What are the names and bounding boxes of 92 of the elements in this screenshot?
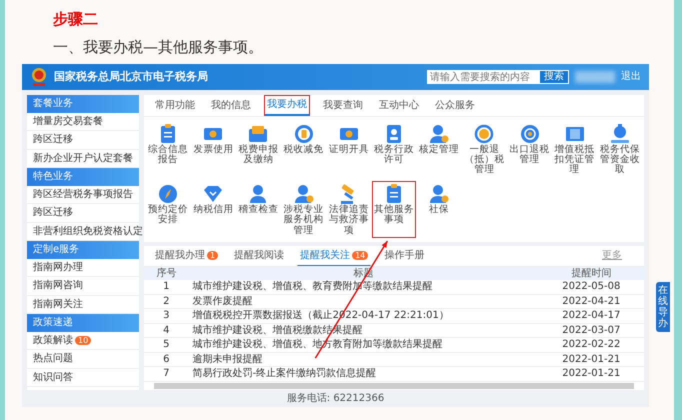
sidebar-item[interactable]: 跨区经营税务事项报告 (27, 186, 139, 204)
search-field[interactable]: 请输入需要搜索的内容 (427, 70, 539, 84)
table-cell: 7 (144, 366, 189, 382)
nav-tab[interactable]: 常用功能 (152, 95, 198, 116)
sidebar-section-header[interactable]: 定制e服务 (27, 241, 139, 258)
step-heading: 步骤二 (53, 10, 99, 28)
sidebar-item-label: 跨区经营税务事项报告 (33, 188, 133, 200)
service-tile[interactable]: 出口退税管理 (507, 120, 552, 178)
person-gear-icon (428, 122, 450, 144)
table-cell: 逾期未申报提醒 (188, 352, 539, 367)
service-tile[interactable]: 税费申报及缴纳 (236, 120, 281, 178)
table-cell: 6 (144, 352, 189, 367)
reminder-tab[interactable]: 提醒我关注 14 (297, 246, 372, 266)
table-cell: 1 (144, 280, 189, 294)
service-tile[interactable]: 核定管理 (417, 120, 462, 178)
count-badge: 10 (75, 336, 92, 344)
service-tile[interactable]: 综合信息报告 (146, 120, 190, 178)
table-cell: 2022-02-22 (538, 338, 644, 352)
nav-tab[interactable]: 公众服务 (432, 95, 478, 116)
emblem-icon (30, 67, 48, 87)
sidebar-item-label: 指南网办理 (33, 262, 83, 273)
sidebar-item[interactable]: 政策解读 10 (27, 332, 139, 350)
column-header: 提醒时间 (538, 266, 644, 280)
intro-text: 一、我要办税—其他服务事项。 (53, 38, 264, 56)
reminder-tab[interactable]: 操作手册 (381, 246, 428, 266)
table-cell: 5 (144, 338, 189, 352)
nav-tab[interactable]: 我的信息 (208, 95, 254, 116)
sidebar-item-label: 指南网咨询 (33, 280, 83, 292)
sidebar-section-header[interactable]: 政策速递 (27, 314, 139, 332)
table-cell: 2022-01-21 (538, 352, 644, 367)
sidebar-item[interactable]: 指南网咨询 (27, 277, 139, 296)
nav-tab[interactable]: 我要办税 (264, 95, 310, 116)
table-cell: 4 (144, 323, 189, 338)
globe-icon (518, 122, 541, 144)
nav-tab[interactable]: 互动中心 (376, 95, 422, 116)
sidebar-section-header[interactable]: 特色业务 (27, 168, 139, 186)
table-cell: 2022-03-07 (538, 323, 644, 338)
sidebar-item[interactable]: 热点问题 (27, 350, 139, 368)
circular-arrows-icon (473, 122, 496, 144)
sidebar-item[interactable]: 跨区迁移 (27, 204, 139, 222)
count-badge: 14 (352, 251, 368, 260)
table-cell: 2 (144, 294, 189, 309)
money-bag-icon (608, 122, 631, 144)
column-header: 序号 (144, 266, 189, 280)
service-tile[interactable]: 税务代保管资金收取 (598, 120, 642, 178)
service-tile[interactable]: 社保 (417, 180, 462, 238)
reminder-tab[interactable]: 提醒我阅读 (231, 246, 288, 266)
blurred-username (575, 71, 615, 83)
service-tile[interactable]: 其他服务事项 (372, 180, 416, 238)
service-tile[interactable]: 稽查检查 (236, 180, 281, 238)
table-cell: 2022-04-17 (538, 308, 644, 324)
service-tile[interactable]: 证明开具 (326, 120, 371, 178)
service-tile[interactable]: 税务行政许可 (372, 120, 416, 178)
sidebar-item[interactable]: 跨区迁移 (27, 131, 139, 150)
service-tile[interactable]: 涉税专业服务机构管理 (282, 180, 326, 238)
online-guide-button[interactable]: 在线导办 (656, 282, 670, 332)
service-tile[interactable]: 纳税信用 (191, 180, 236, 238)
compass-icon (157, 182, 180, 205)
sidebar-item-label: 新办企业开户认定套餐 (33, 152, 133, 164)
service-tile[interactable]: 增值税抵扣凭证管理 (552, 120, 597, 178)
person-gear-icon (292, 182, 315, 205)
count-badge: 1 (207, 251, 218, 260)
table-cell: 2022-05-08 (538, 280, 644, 294)
table-cell: 3 (144, 308, 189, 324)
sidebar-item[interactable]: 知识问答 (27, 368, 139, 387)
sidebar-item-label: 知识问答 (33, 372, 73, 383)
table-cell: 发票作废提醒 (188, 294, 539, 309)
sidebar-item-label: 跨区迁移 (33, 207, 73, 218)
table-cell: 2022-04-21 (538, 294, 644, 309)
service-tile[interactable]: 法律追责与救济事项 (326, 180, 371, 238)
sidebar-item-label: 热点问题 (33, 353, 73, 364)
portal-title: 国家税务总局北京市电子税务局 (54, 70, 208, 84)
search-button[interactable]: 搜索 (539, 70, 569, 84)
table-cell: 简易行政处罚-终止案件缴纳罚款信息提醒 (188, 366, 539, 382)
sidebar-item-label: 增量房交易套餐 (33, 116, 103, 127)
sidebar-item-label: 跨区迁移 (33, 134, 73, 146)
service-tile[interactable]: 预约定价安排 (146, 180, 190, 238)
person-gear-icon (428, 182, 450, 205)
service-tile[interactable]: 发票使用 (191, 120, 236, 178)
sidebar-section-header[interactable]: 套餐业务 (27, 95, 139, 112)
service-phone: 服务电话: 62212366 (286, 392, 386, 406)
reminder-tab[interactable]: 提醒我办理 1 (152, 246, 222, 266)
service-tile[interactable]: 税收减免 (282, 120, 326, 178)
sidebar-item[interactable]: 增量房交易套餐 (27, 112, 139, 131)
horizontal-scrollbar[interactable] (154, 382, 634, 389)
sidebar-item-label: 指南网关注 (33, 298, 83, 310)
sidebar-item-label: 政策解读 10 (33, 334, 92, 346)
nav-tab[interactable]: 我要查询 (320, 95, 366, 116)
table-cell: 2022-01-21 (538, 366, 644, 382)
coin-icon (292, 122, 315, 144)
sidebar-item[interactable]: 指南网办理 (27, 258, 139, 277)
service-tile[interactable]: 一般退（抵）税管理 (462, 120, 506, 178)
